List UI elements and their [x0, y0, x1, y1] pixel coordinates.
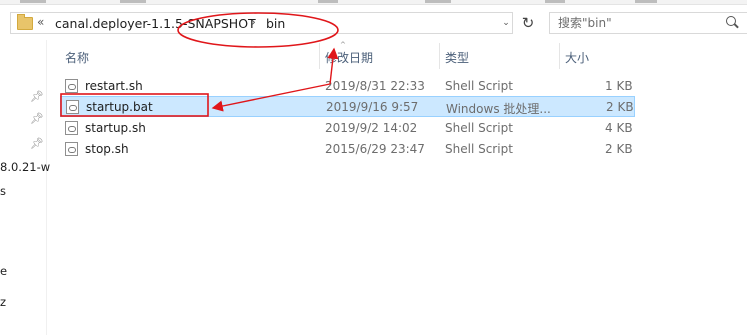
annotation-overlay: [60, 12, 339, 117]
highlight-ellipse: [177, 12, 339, 48]
annotation-arrow: [327, 47, 339, 85]
annotation-arrow: [211, 83, 331, 112]
highlight-rectangle: [60, 93, 209, 117]
